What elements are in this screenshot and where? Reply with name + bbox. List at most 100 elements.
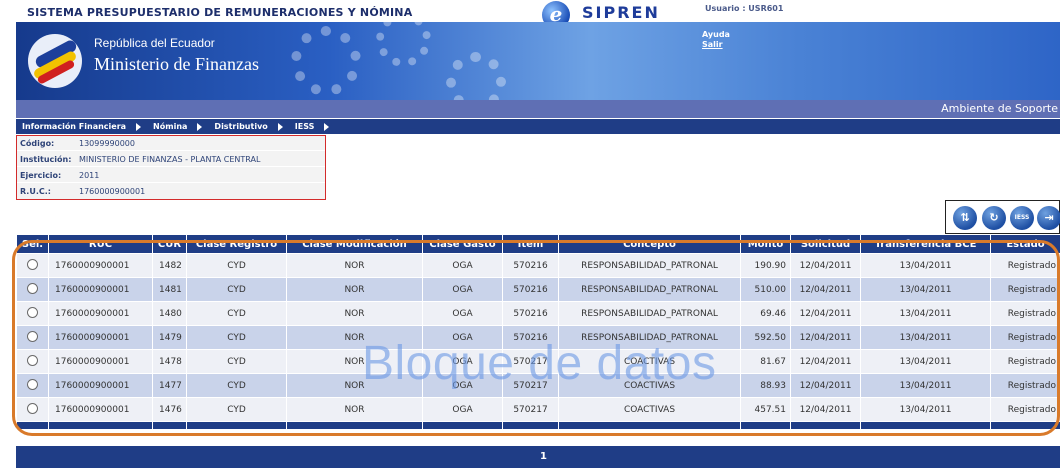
select-cell [16, 277, 49, 302]
footer-cell [990, 421, 1060, 430]
cell-ruc: 1760000900001 [48, 349, 153, 374]
cell-monto: 69.46 [740, 301, 791, 326]
column-header-estado[interactable]: Estado [990, 234, 1060, 254]
sipren-wordmark: SIPREN [582, 3, 660, 22]
cell-transferencia-bce: 13/04/2011 [860, 301, 991, 326]
footer-cell [286, 421, 423, 430]
institution-info-panel: Código: 13099990000 Institución: MINISTE… [16, 135, 326, 200]
cell-estado: Registrado [990, 253, 1060, 278]
menu-arrow-icon [277, 122, 283, 131]
logout-link[interactable]: Salir [702, 40, 730, 50]
cell-transferencia-bce: 13/04/2011 [860, 253, 991, 278]
table-row[interactable]: 1760000900001 1476 CYD NOR OGA 570217 COACTIVA… [16, 397, 1060, 422]
footer-cell [48, 421, 153, 430]
iess-icon[interactable]: IESS [1010, 206, 1034, 230]
payments-table: Sel. RUC CUR Clase Registro Clase Modifi… [16, 234, 1060, 430]
row-select-radio[interactable] [27, 402, 38, 414]
table-row[interactable]: 1760000900001 1477 CYD NOR OGA 570217 COACTIVA… [16, 373, 1060, 398]
page-number[interactable]: 1 [540, 451, 547, 462]
cell-ruc: 1760000900001 [48, 301, 153, 326]
column-header-ruc[interactable]: RUC [48, 234, 153, 254]
select-cell [16, 397, 49, 422]
column-header-concepto[interactable]: Concepto [558, 234, 741, 254]
row-select-radio[interactable] [27, 330, 38, 342]
table-header-row: Sel. RUC CUR Clase Registro Clase Modifi… [16, 234, 1060, 254]
cell-cur: 1478 [152, 349, 187, 374]
refresh-icon[interactable]: ↻ [982, 206, 1006, 230]
cell-solicitud: 12/04/2011 [790, 253, 861, 278]
column-header-solicitud[interactable]: Solicitud [790, 234, 861, 254]
system-title: SISTEMA PRESUPUESTARIO DE REMUNERACIONES… [27, 6, 413, 19]
pager-bar: 1 [16, 446, 1060, 468]
table-row[interactable]: 1760000900001 1478 CYD NOR OGA 570217 COACTIVA… [16, 349, 1060, 374]
exit-icon[interactable]: ⇥ [1037, 206, 1060, 230]
main-menu-bar: Información Financiera Nómina Distributi… [16, 119, 1060, 134]
column-header-clase-modificacion[interactable]: Clase Modificación [286, 234, 423, 254]
column-header-monto[interactable]: Monto [740, 234, 791, 254]
ministry-logo-icon [28, 34, 82, 88]
cell-cur: 1476 [152, 397, 187, 422]
cell-clase-gasto: OGA [422, 325, 503, 350]
menu-arrow-icon [197, 122, 203, 131]
column-header-sel: Sel. [16, 234, 49, 254]
footer-cell [422, 421, 503, 430]
cell-clase-registro: CYD [186, 325, 287, 350]
cell-solicitud: 12/04/2011 [790, 277, 861, 302]
footer-cell [502, 421, 559, 430]
cell-monto: 457.51 [740, 397, 791, 422]
cell-clase-gasto: OGA [422, 277, 503, 302]
info-label: Código: [20, 139, 55, 148]
cell-monto: 592.50 [740, 325, 791, 350]
row-select-radio[interactable] [27, 306, 38, 318]
menu-item-distributivo[interactable]: Distributivo [214, 122, 267, 131]
table-row[interactable]: 1760000900001 1481 CYD NOR OGA 570216 RESPONSA… [16, 277, 1060, 302]
network-icon[interactable]: ⇅ [953, 206, 977, 230]
select-cell [16, 253, 49, 278]
cell-clase-modificacion: NOR [286, 397, 423, 422]
row-select-radio[interactable] [27, 378, 38, 390]
cell-ruc: 1760000900001 [48, 397, 153, 422]
menu-item-nomina[interactable]: Nómina [153, 122, 187, 131]
cell-item: 570217 [502, 397, 559, 422]
action-toolbar: ⇅ ↻ IESS ⇥ [945, 200, 1060, 234]
menu-item-iess[interactable]: IESS [295, 122, 315, 131]
cell-estado: Registrado [990, 397, 1060, 422]
row-select-radio[interactable] [27, 354, 38, 366]
row-select-radio[interactable] [27, 282, 38, 294]
menu-arrow-icon [136, 122, 142, 131]
table-row[interactable]: 1760000900001 1479 CYD NOR OGA 570216 RESPONSA… [16, 325, 1060, 350]
info-row-codigo: Código: 13099990000 [17, 136, 325, 151]
column-header-clase-gasto[interactable]: Clase Gasto [422, 234, 503, 254]
row-select-radio[interactable] [27, 258, 38, 270]
cell-concepto: COACTIVAS [558, 373, 741, 398]
cell-clase-registro: CYD [186, 301, 287, 326]
gear-icon [446, 52, 506, 100]
footer-cell [558, 421, 741, 430]
cell-clase-registro: CYD [186, 253, 287, 278]
header-links: Ayuda Salir [702, 30, 730, 50]
cell-solicitud: 12/04/2011 [790, 397, 861, 422]
cell-clase-modificacion: NOR [286, 253, 423, 278]
column-header-transferencia-bce[interactable]: Transferencia BCE [860, 234, 991, 254]
cell-solicitud: 12/04/2011 [790, 349, 861, 374]
cell-transferencia-bce: 13/04/2011 [860, 349, 991, 374]
select-cell [16, 301, 49, 326]
info-value: 13099990000 [79, 139, 135, 148]
header-banner: República del Ecuador Ministerio de Fina… [16, 22, 1060, 100]
cell-clase-modificacion: NOR [286, 373, 423, 398]
menu-item-informacion-financiera[interactable]: Información Financiera [22, 122, 126, 131]
cell-clase-modificacion: NOR [286, 301, 423, 326]
table-row[interactable]: 1760000900001 1480 CYD NOR OGA 570216 RESPONSA… [16, 301, 1060, 326]
info-row-ejercicio: Ejercicio: 2011 [17, 168, 325, 183]
help-link[interactable]: Ayuda [702, 30, 730, 40]
cell-ruc: 1760000900001 [48, 373, 153, 398]
cell-item: 570216 [502, 277, 559, 302]
table-row[interactable]: 1760000900001 1482 CYD NOR OGA 570216 RESPONSA… [16, 253, 1060, 278]
cell-item: 570216 [502, 301, 559, 326]
cell-clase-gasto: OGA [422, 397, 503, 422]
column-header-clase-registro[interactable]: Clase Registro [186, 234, 287, 254]
column-header-cur[interactable]: CUR [152, 234, 187, 254]
info-label: Ejercicio: [20, 171, 62, 180]
column-header-item[interactable]: Item [502, 234, 559, 254]
cell-item: 570217 [502, 349, 559, 374]
